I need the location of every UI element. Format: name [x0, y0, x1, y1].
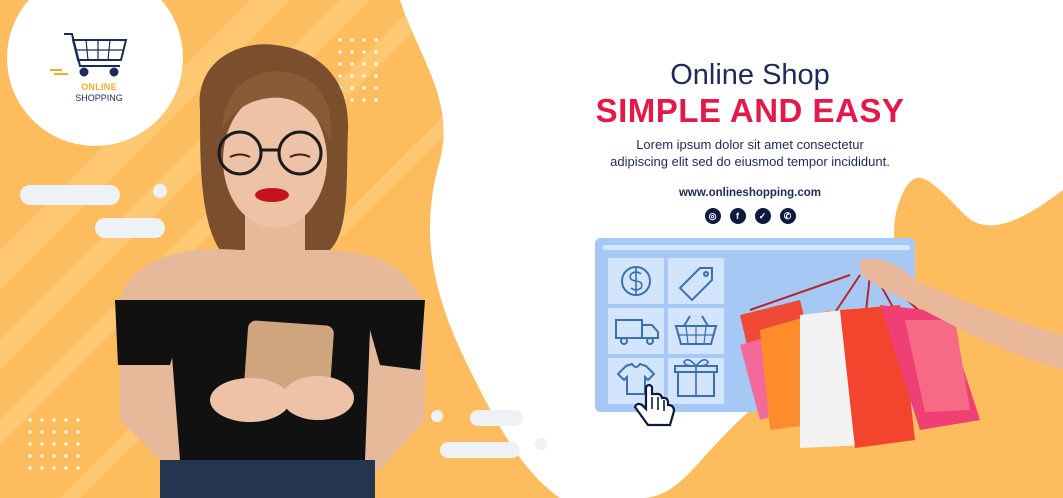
- social-icons: ◎ f ✓ ✆: [540, 208, 960, 224]
- dot-pattern-bottom: [28, 418, 80, 470]
- page-title: SIMPLE AND EASY: [595, 92, 905, 129]
- hero-text: Online Shop SIMPLE AND EASY Lorem ipsum …: [540, 58, 960, 224]
- twitter-icon[interactable]: ✓: [754, 208, 771, 224]
- decor-pill: [470, 410, 523, 426]
- logo[interactable]: ONLINE SHOPPING: [64, 82, 134, 104]
- website-link[interactable]: www.onlineshopping.com: [540, 187, 960, 199]
- page-subtitle: Online Shop: [670, 59, 830, 91]
- description-line-2: adipiscing elit sed do eiusmod tempor in…: [610, 154, 890, 169]
- decor-pill: [20, 185, 120, 205]
- facebook-icon[interactable]: f: [729, 208, 746, 224]
- logo-line-1: ONLINE: [81, 82, 117, 92]
- description-line-1: Lorem ipsum dolor sit amet consectetur: [636, 137, 864, 152]
- decor-pill: [95, 218, 165, 238]
- whatsapp-icon[interactable]: ✆: [779, 208, 796, 224]
- logo-line-2: SHOPPING: [75, 93, 123, 103]
- promo-banner: ONLINE SHOPPING Online Shop SIMPLE AND E…: [0, 0, 1063, 498]
- instagram-icon[interactable]: ◎: [704, 208, 721, 224]
- description-text: Lorem ipsum dolor sit amet consectetur a…: [540, 136, 960, 170]
- decor-pill: [440, 442, 520, 458]
